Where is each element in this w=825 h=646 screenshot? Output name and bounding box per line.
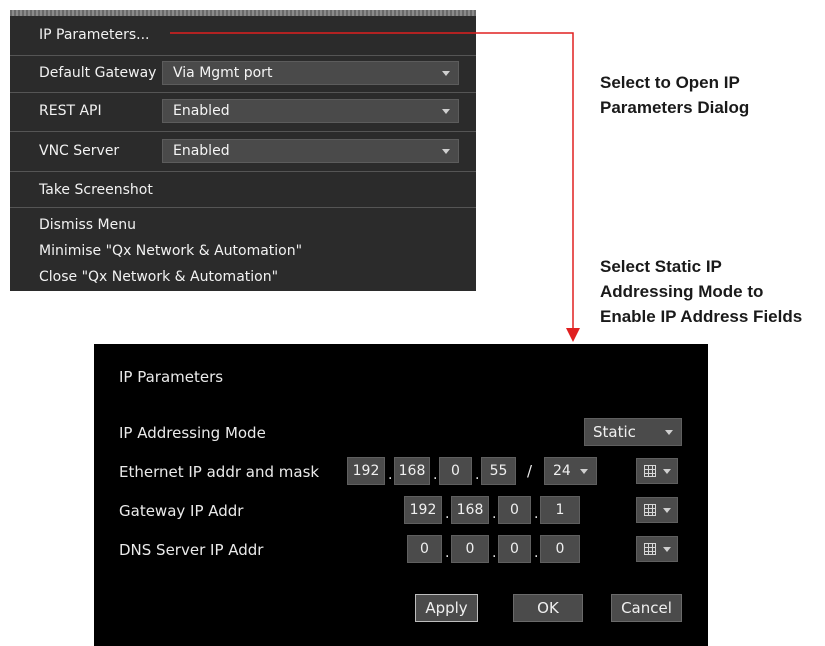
octet-separator: . <box>492 545 497 561</box>
gateway-octet-4[interactable]: 1 <box>540 496 580 524</box>
chevron-down-icon <box>663 547 671 552</box>
grid-icon <box>644 465 656 477</box>
chevron-down-icon <box>665 430 673 435</box>
octet-separator: . <box>534 545 539 561</box>
ethernet-mask-dropdown[interactable]: 24 <box>544 457 597 485</box>
apply-button[interactable]: Apply <box>415 594 478 622</box>
gateway-ip-label: Gateway IP Addr <box>119 502 244 520</box>
octet-separator: . <box>433 467 438 483</box>
chevron-down-icon <box>663 508 671 513</box>
grid-icon <box>644 504 656 516</box>
dns-octet-3[interactable]: 0 <box>498 535 531 563</box>
octet-separator: . <box>492 506 497 522</box>
gateway-octet-3[interactable]: 0 <box>498 496 531 524</box>
callout-line: Parameters Dialog <box>600 98 750 117</box>
callout-line: Select Static IP <box>600 257 722 276</box>
chevron-down-icon <box>580 469 588 474</box>
gateway-octet-1[interactable]: 192 <box>404 496 442 524</box>
octet-separator: . <box>534 506 539 522</box>
dialog-title: IP Parameters <box>119 368 224 386</box>
arrow-line <box>170 32 574 328</box>
arrow-head <box>566 328 580 342</box>
cancel-button[interactable]: Cancel <box>611 594 682 622</box>
grid-icon <box>644 543 656 555</box>
callout-line: Addressing Mode to <box>600 282 764 301</box>
addressing-mode-dropdown[interactable]: Static <box>584 418 682 446</box>
addressing-mode-label: IP Addressing Mode <box>119 424 266 442</box>
octet-separator: . <box>388 467 393 483</box>
ethernet-octet-1[interactable]: 192 <box>347 457 385 485</box>
dns-octet-4[interactable]: 0 <box>540 535 580 563</box>
callout-line: Select to Open IP <box>600 73 740 92</box>
chevron-down-icon <box>663 469 671 474</box>
ethernet-octet-4[interactable]: 55 <box>481 457 516 485</box>
octet-separator: . <box>475 467 480 483</box>
dns-octet-1[interactable]: 0 <box>407 535 442 563</box>
ethernet-keypad-button[interactable] <box>636 458 678 484</box>
mask-separator: / <box>527 462 533 480</box>
dns-octet-2[interactable]: 0 <box>451 535 489 563</box>
callout-open-dialog: Select to Open IP Parameters Dialog <box>600 70 749 120</box>
ethernet-octet-3[interactable]: 0 <box>439 457 472 485</box>
ethernet-ip-label: Ethernet IP addr and mask <box>119 463 320 481</box>
dns-ip-label: DNS Server IP Addr <box>119 541 264 559</box>
ethernet-octet-2[interactable]: 168 <box>394 457 430 485</box>
ip-parameters-dialog: IP Parameters IP Addressing Mode Static … <box>94 344 708 646</box>
octet-separator: . <box>445 545 450 561</box>
dns-keypad-button[interactable] <box>636 536 678 562</box>
octet-separator: . <box>445 506 450 522</box>
callout-static-mode: Select Static IP Addressing Mode to Enab… <box>600 254 802 329</box>
ethernet-mask-value: 24 <box>553 463 571 479</box>
gateway-octet-2[interactable]: 168 <box>451 496 489 524</box>
gateway-keypad-button[interactable] <box>636 497 678 523</box>
callout-line: Enable IP Address Fields <box>600 307 803 326</box>
ok-button[interactable]: OK <box>513 594 583 622</box>
addressing-mode-value: Static <box>593 423 636 441</box>
